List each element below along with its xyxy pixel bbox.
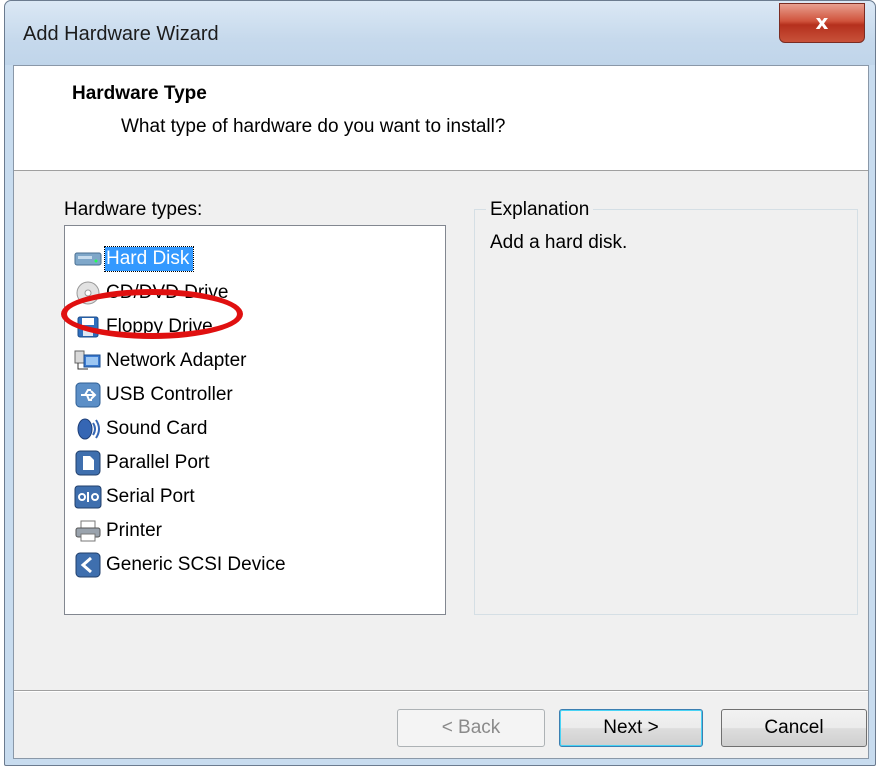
- explanation-text: Add a hard disk.: [490, 232, 628, 253]
- page-title: Hardware Type: [72, 83, 207, 104]
- floppy-icon: [73, 313, 103, 341]
- parallel-port-icon: [73, 449, 103, 477]
- hardware-types-label: Hardware types:: [64, 199, 203, 220]
- cancel-button[interactable]: Cancel: [721, 709, 867, 747]
- list-item-label: Hard Disk: [103, 246, 195, 272]
- usb-icon: [73, 381, 103, 409]
- wizard-body: Hardware Type What type of hardware do y…: [13, 65, 869, 759]
- close-button[interactable]: x: [779, 3, 865, 43]
- list-item-serial-port[interactable]: Serial Port: [73, 482, 199, 512]
- list-item-parallel-port[interactable]: Parallel Port: [73, 448, 214, 478]
- title-bar[interactable]: Add Hardware Wizard x: [5, 1, 875, 65]
- footer-divider: [14, 690, 868, 692]
- list-item-hard-disk[interactable]: Hard Disk: [73, 244, 195, 274]
- list-item-label: USB Controller: [106, 384, 233, 405]
- cd-dvd-icon: [73, 279, 103, 307]
- next-button[interactable]: Next >: [559, 709, 703, 747]
- wizard-window: Add Hardware Wizard x Hardware Type What…: [4, 0, 876, 766]
- list-item-label: CD/DVD Drive: [106, 282, 229, 303]
- sound-icon: [73, 415, 103, 443]
- scsi-icon: [73, 551, 103, 579]
- hardware-types-list[interactable]: Hard Disk CD/DVD Drive Floppy Drive Netw…: [64, 225, 446, 615]
- back-button[interactable]: < Back: [397, 709, 545, 747]
- explanation-group: [474, 209, 858, 615]
- list-item-network-adapter[interactable]: Network Adapter: [73, 346, 250, 376]
- explanation-label: Explanation: [486, 199, 594, 221]
- list-item-label: Sound Card: [106, 418, 208, 439]
- serial-port-icon: [73, 483, 103, 511]
- list-item-label: Printer: [106, 520, 162, 541]
- list-item-floppy-drive[interactable]: Floppy Drive: [73, 312, 217, 342]
- close-icon: x: [815, 10, 829, 34]
- hard-disk-icon: [73, 245, 103, 273]
- list-item-label: Serial Port: [106, 486, 195, 507]
- page-subtitle: What type of hardware do you want to ins…: [121, 116, 506, 137]
- list-item-label: Floppy Drive: [106, 316, 213, 337]
- window-title: Add Hardware Wizard: [23, 23, 219, 45]
- list-item-generic-scsi-device[interactable]: Generic SCSI Device: [73, 550, 290, 580]
- list-item-printer[interactable]: Printer: [73, 516, 166, 546]
- list-item-label: Parallel Port: [106, 452, 210, 473]
- network-icon: [73, 347, 103, 375]
- list-item-cd-dvd-drive[interactable]: CD/DVD Drive: [73, 278, 232, 308]
- list-item-label: Network Adapter: [106, 350, 247, 371]
- list-item-label: Generic SCSI Device: [106, 554, 286, 575]
- list-item-sound-card[interactable]: Sound Card: [73, 414, 211, 444]
- wizard-header: Hardware Type What type of hardware do y…: [14, 66, 868, 171]
- list-item-usb-controller[interactable]: USB Controller: [73, 380, 237, 410]
- printer-icon: [73, 517, 103, 545]
